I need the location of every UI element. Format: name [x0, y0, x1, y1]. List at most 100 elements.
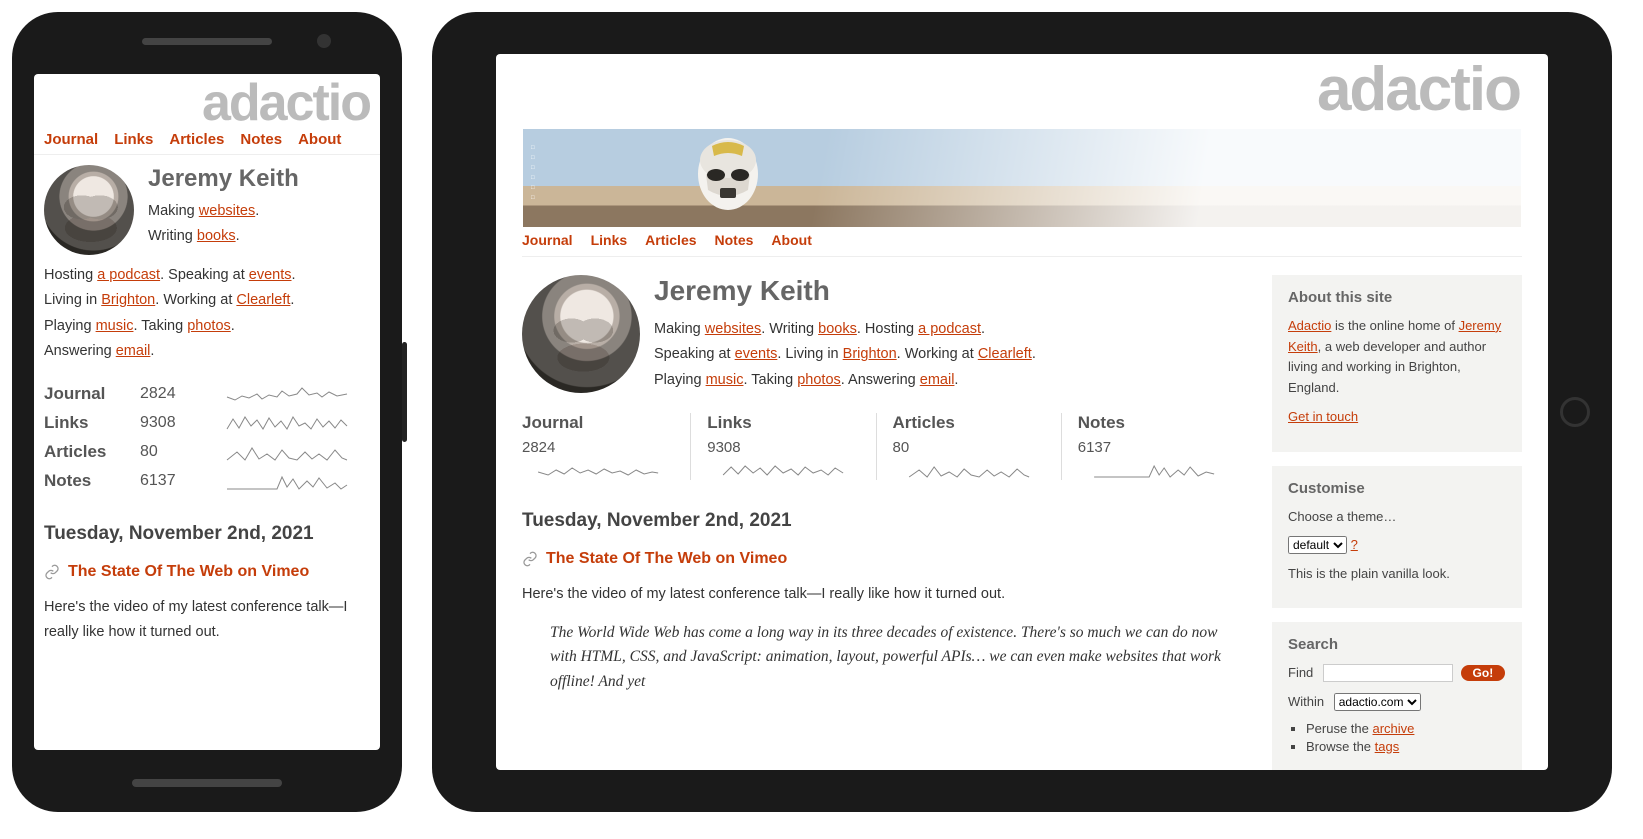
- theme-select[interactable]: default: [1288, 536, 1347, 554]
- nav-journal[interactable]: Journal: [44, 131, 98, 148]
- tags-link[interactable]: tags: [1375, 739, 1400, 754]
- site-logo[interactable]: adactio: [496, 54, 1548, 122]
- nav-about[interactable]: About: [298, 131, 341, 148]
- bio-link-clearleft[interactable]: Clearleft: [978, 346, 1032, 362]
- tablet-screen: adactio □□□□□□ Journal Links Articles No…: [496, 54, 1548, 770]
- stat-links[interactable]: Links 9308: [44, 411, 370, 435]
- nav-notes[interactable]: Notes: [715, 232, 754, 248]
- avatar: [522, 275, 640, 393]
- sparkline-links: [707, 460, 859, 480]
- sidebar: About this site Adactio is the online ho…: [1272, 257, 1522, 770]
- sparkline-articles: [204, 440, 370, 464]
- bio-link-books[interactable]: books: [197, 228, 236, 244]
- profile-bio: Making websites. Writing books. Hosting …: [654, 317, 1246, 393]
- profile-name: Jeremy Keith: [148, 165, 299, 193]
- sparkline-journal: [522, 460, 674, 480]
- nav-articles[interactable]: Articles: [645, 232, 696, 248]
- nav-about[interactable]: About: [771, 232, 811, 248]
- bio-link-podcast[interactable]: a podcast: [918, 321, 981, 337]
- stat-articles[interactable]: Articles 80: [44, 440, 370, 464]
- search-list-tags: Browse the tags: [1306, 739, 1506, 754]
- site-logo[interactable]: adactio: [34, 74, 380, 127]
- bio-link-websites[interactable]: websites: [199, 203, 255, 219]
- tablet-frame: adactio □□□□□□ Journal Links Articles No…: [432, 12, 1612, 812]
- stat-notes[interactable]: Notes 6137: [44, 469, 370, 493]
- within-label: Within: [1288, 692, 1324, 713]
- stats-column: Journal 2824 Links 9308 Articles 80 Note…: [44, 382, 370, 493]
- bio-link-email[interactable]: email: [920, 372, 955, 388]
- search-input[interactable]: [1323, 664, 1453, 682]
- phone-screen: adactio Journal Links Articles Notes Abo…: [34, 74, 380, 750]
- theme-note: This is the plain vanilla look.: [1288, 564, 1506, 585]
- nav-articles[interactable]: Articles: [169, 131, 224, 148]
- about-heading: About this site: [1288, 289, 1506, 306]
- post-date: Tuesday, November 2nd, 2021: [44, 523, 370, 545]
- bio-link-brighton[interactable]: Brighton: [843, 346, 897, 362]
- avatar: [44, 165, 134, 255]
- bio-link-websites[interactable]: websites: [705, 321, 761, 337]
- within-select[interactable]: adactio.com: [1334, 693, 1421, 711]
- stat-journal[interactable]: Journal 2824: [522, 413, 690, 480]
- bio-link-clearleft[interactable]: Clearleft: [236, 292, 290, 308]
- sparkline-articles: [893, 460, 1045, 480]
- stats-row: Journal 2824 Links 9308 Articles 80: [522, 413, 1246, 480]
- post-title[interactable]: The State Of The Web on Vimeo: [44, 563, 370, 581]
- post-title[interactable]: The State Of The Web on Vimeo: [522, 550, 1246, 568]
- sparkline-links: [204, 411, 370, 435]
- sparkline-notes: [1078, 460, 1230, 480]
- bio-link-events[interactable]: events: [249, 267, 292, 283]
- theme-help-link[interactable]: ?: [1351, 537, 1358, 552]
- search-go-button[interactable]: Go!: [1461, 665, 1506, 681]
- about-link-site[interactable]: Adactio: [1288, 318, 1331, 333]
- bio-link-books[interactable]: books: [818, 321, 857, 337]
- search-heading: Search: [1288, 636, 1506, 653]
- phone-frame: adactio Journal Links Articles Notes Abo…: [12, 12, 402, 812]
- link-icon: [44, 564, 60, 580]
- primary-nav: Journal Links Articles Notes About: [34, 127, 380, 155]
- stat-notes[interactable]: Notes 6137: [1061, 413, 1246, 480]
- post-quote: The World Wide Web has come a long way i…: [550, 621, 1246, 695]
- box-about: About this site Adactio is the online ho…: [1272, 275, 1522, 452]
- bio-link-podcast[interactable]: a podcast: [97, 267, 160, 283]
- archive-link[interactable]: archive: [1373, 721, 1415, 736]
- find-label: Find: [1288, 663, 1313, 684]
- bio-link-brighton[interactable]: Brighton: [101, 292, 155, 308]
- primary-nav: Journal Links Articles Notes About: [522, 228, 1522, 257]
- nav-journal[interactable]: Journal: [522, 232, 573, 248]
- hero-banner: □□□□□□: [522, 128, 1522, 228]
- customise-heading: Customise: [1288, 480, 1506, 497]
- post-body: Here's the video of my latest conference…: [44, 595, 370, 644]
- bio-link-events[interactable]: events: [735, 346, 778, 362]
- bio-link-photos[interactable]: photos: [797, 372, 841, 388]
- bio-link-music[interactable]: music: [706, 372, 744, 388]
- banner-dots: □□□□□□: [531, 143, 539, 203]
- sparkline-journal: [204, 382, 370, 406]
- stat-links[interactable]: Links 9308: [690, 413, 875, 480]
- phone-content: Jeremy Keith Making websites. Writing bo…: [34, 155, 380, 655]
- box-search: Search Find Go! Within adactio.com Perus…: [1272, 622, 1522, 770]
- stormtrooper-graphic: [673, 132, 783, 227]
- nav-notes[interactable]: Notes: [240, 131, 282, 148]
- bio-link-music[interactable]: music: [96, 318, 134, 334]
- nav-links[interactable]: Links: [114, 131, 153, 148]
- profile-name: Jeremy Keith: [654, 275, 1246, 307]
- post-date: Tuesday, November 2nd, 2021: [522, 510, 1246, 532]
- phone-camera: [317, 34, 331, 48]
- tablet-home-button: [1560, 397, 1590, 427]
- box-customise: Customise Choose a theme… default ? This…: [1272, 466, 1522, 609]
- post-body: Here's the video of my latest conference…: [522, 582, 1246, 607]
- search-list-archive: Peruse the archive: [1306, 721, 1506, 736]
- main-column: Jeremy Keith Making websites. Writing bo…: [522, 257, 1246, 770]
- phone-home-indicator: [132, 779, 282, 787]
- sparkline-notes: [204, 469, 370, 493]
- phone-side-button: [402, 342, 407, 442]
- contact-link[interactable]: Get in touch: [1288, 409, 1358, 424]
- bio-link-email[interactable]: email: [116, 343, 151, 359]
- bio-link-photos[interactable]: photos: [187, 318, 231, 334]
- stat-journal[interactable]: Journal 2824: [44, 382, 370, 406]
- stat-articles[interactable]: Articles 80: [876, 413, 1061, 480]
- nav-links[interactable]: Links: [591, 232, 628, 248]
- profile-bio: Making websites. Writing books.: [148, 199, 299, 250]
- profile-bio-cont: Hosting a podcast. Speaking at events. L…: [44, 263, 370, 365]
- link-icon: [522, 551, 538, 567]
